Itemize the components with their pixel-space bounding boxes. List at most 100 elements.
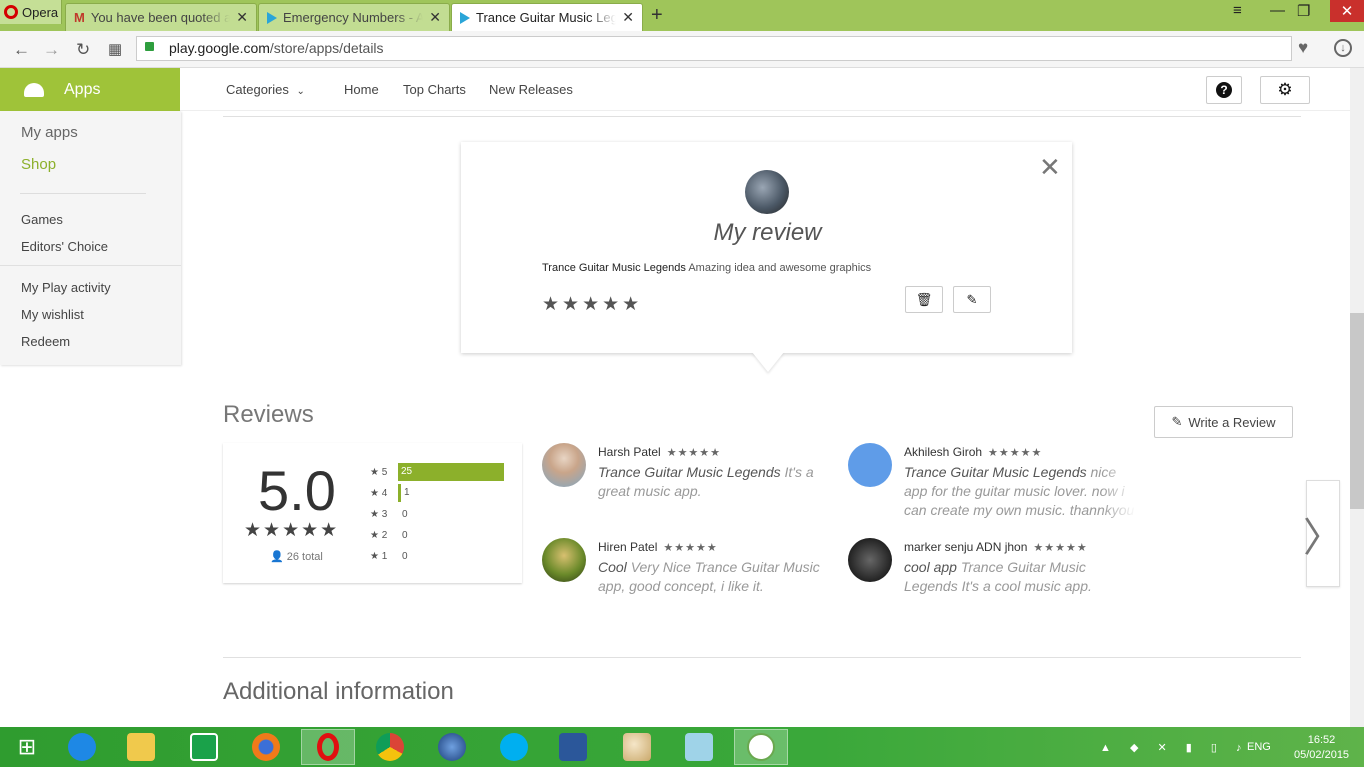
- download-icon[interactable]: ↓: [1334, 39, 1352, 57]
- taskbar-ie[interactable]: [55, 729, 109, 765]
- review-title: Trance Guitar Music Legends: [904, 464, 1087, 480]
- chevron-down-icon: ⌄: [296, 86, 305, 97]
- taskbar-word[interactable]: [546, 729, 600, 765]
- taskbar-firefox[interactable]: [239, 729, 293, 765]
- avatar: [542, 443, 586, 487]
- apps-header-label: Apps: [64, 80, 101, 98]
- sidebar-item-shop[interactable]: Shop: [21, 156, 56, 173]
- nav-home[interactable]: Home: [344, 82, 379, 97]
- tab-menu-icon[interactable]: ≡: [1233, 2, 1242, 19]
- histogram-count: 0: [402, 551, 408, 562]
- categories-label: Categories: [226, 82, 289, 97]
- sidebar-item-editors-choice[interactable]: Editors' Choice: [21, 239, 108, 254]
- talk-icon: [747, 733, 775, 761]
- sidebar-item-my-wishlist[interactable]: My wishlist: [21, 307, 84, 322]
- url-input[interactable]: play.google.com/store/apps/details: [136, 36, 1292, 61]
- average-stars: ★★★★★: [244, 520, 340, 541]
- reviews-heading: Reviews: [223, 401, 314, 428]
- reviewer: Akhilesh Giroh ★★★★★: [904, 445, 1042, 459]
- tab-close-icon[interactable]: ✕: [429, 9, 441, 26]
- review-text: cool app Trance Guitar Music Legends It'…: [904, 558, 1136, 596]
- total-ratings: 👤 26 total: [270, 550, 323, 563]
- review-title: Trance Guitar Music Legends: [598, 464, 781, 480]
- taskbar-notepad[interactable]: [672, 729, 726, 765]
- review-body: Amazing idea and awesome graphics: [688, 262, 872, 274]
- help-icon: ?: [1216, 82, 1232, 98]
- pencil-icon: ✎: [966, 291, 978, 307]
- forward-icon[interactable]: →: [43, 40, 60, 60]
- system-tray-icons[interactable]: ▲ ◆ ✕ ▮ ▯ ♪: [1100, 741, 1249, 754]
- taskbar-chrome[interactable]: [363, 729, 417, 765]
- my-avatar: [745, 170, 789, 214]
- sidebar-item-games[interactable]: Games: [21, 212, 63, 227]
- sidebar-item-my-play-activity[interactable]: My Play activity: [21, 280, 111, 295]
- my-review-stars: ★★★★★: [542, 294, 643, 315]
- taskbar-skype[interactable]: [487, 729, 541, 765]
- nav-new-releases[interactable]: New Releases: [489, 82, 573, 97]
- review-body: Very Nice Trance Guitar Music app, good …: [598, 559, 820, 594]
- histogram-label: ★ 1: [370, 551, 388, 562]
- edit-review-button[interactable]: ✎: [953, 286, 991, 313]
- tab-gmail[interactable]: M You have been quoted at t ✕: [65, 3, 257, 31]
- histogram-label: ★ 4: [370, 488, 388, 499]
- histogram-count: 0: [402, 509, 408, 520]
- start-button[interactable]: ⊞: [0, 729, 54, 765]
- nav-top-charts[interactable]: Top Charts: [403, 82, 466, 97]
- tab-title: Trance Guitar Music Legends: [476, 10, 617, 25]
- scrollbar-thumb[interactable]: [1350, 313, 1364, 509]
- divider: [223, 657, 1301, 658]
- tab-close-icon[interactable]: ✕: [236, 9, 248, 26]
- histogram-bar: 1: [398, 484, 410, 502]
- pencil-icon: ✎: [1171, 414, 1183, 429]
- my-review-title: My review: [713, 219, 822, 246]
- skype-icon: [500, 733, 528, 761]
- person-icon: 👤: [270, 551, 284, 563]
- new-tab-button[interactable]: +: [651, 4, 663, 27]
- histogram-label: ★ 5: [370, 467, 388, 478]
- taskbar-paint[interactable]: [610, 729, 664, 765]
- window-close-icon[interactable]: ✕: [1330, 0, 1364, 22]
- reload-icon[interactable]: ↻: [76, 40, 90, 60]
- tab-close-icon[interactable]: ✕: [622, 9, 634, 26]
- review-title: Cool: [598, 559, 627, 575]
- help-button[interactable]: ?: [1206, 76, 1242, 104]
- clock[interactable]: 16:52 05/02/2015: [1294, 733, 1349, 763]
- delete-review-button[interactable]: 🗑: [905, 286, 943, 313]
- language-indicator[interactable]: ENG: [1247, 741, 1271, 753]
- taskbar-store[interactable]: [177, 729, 231, 765]
- review-title: cool app: [904, 559, 957, 575]
- next-reviews-button[interactable]: 〉: [1303, 480, 1343, 587]
- review-stars: ★★★★★: [988, 447, 1043, 459]
- avatar: [542, 538, 586, 582]
- tab-trance-guitar[interactable]: Trance Guitar Music Legends ✕: [451, 3, 643, 31]
- opera-menu-button[interactable]: Opera: [0, 0, 62, 24]
- heart-icon[interactable]: ♥: [1298, 38, 1308, 58]
- store-icon: [190, 733, 218, 761]
- taskbar-explorer[interactable]: [114, 729, 168, 765]
- taskbar-opera[interactable]: [301, 729, 355, 765]
- categories-dropdown[interactable]: Categories ⌄: [226, 82, 305, 97]
- review-stars: ★★★★★: [1033, 542, 1088, 554]
- close-icon[interactable]: ✕: [1039, 154, 1061, 180]
- clock-date: 05/02/2015: [1294, 749, 1350, 761]
- histogram-bar: 25: [398, 463, 504, 481]
- reviewer-name: marker senju ADN jhon: [904, 540, 1028, 554]
- minimize-icon[interactable]: —: [1270, 2, 1285, 19]
- reviewer: Hiren Patel ★★★★★: [598, 540, 718, 554]
- trash-icon: 🗑: [915, 291, 933, 307]
- total-label: 26 total: [286, 551, 323, 563]
- tab-emergency-numbers[interactable]: Emergency Numbers - An ✕: [258, 3, 450, 31]
- write-review-button[interactable]: ✎ Write a Review: [1154, 406, 1293, 438]
- settings-button[interactable]: ⚙: [1260, 76, 1310, 104]
- speed-dial-icon[interactable]: ▦: [108, 40, 122, 58]
- restore-icon[interactable]: ❐: [1297, 2, 1310, 20]
- android-icon: [24, 82, 44, 97]
- taskbar-gtalk[interactable]: [734, 729, 788, 765]
- sidebar-item-redeem[interactable]: Redeem: [21, 334, 70, 349]
- apps-header[interactable]: Apps: [0, 68, 180, 111]
- windows-icon: ⊞: [17, 734, 37, 759]
- back-icon[interactable]: ←: [13, 40, 30, 60]
- sidebar-item-my-apps[interactable]: My apps: [21, 124, 78, 141]
- taskbar-globe[interactable]: [425, 729, 479, 765]
- url-path: /store/apps/details: [269, 40, 384, 56]
